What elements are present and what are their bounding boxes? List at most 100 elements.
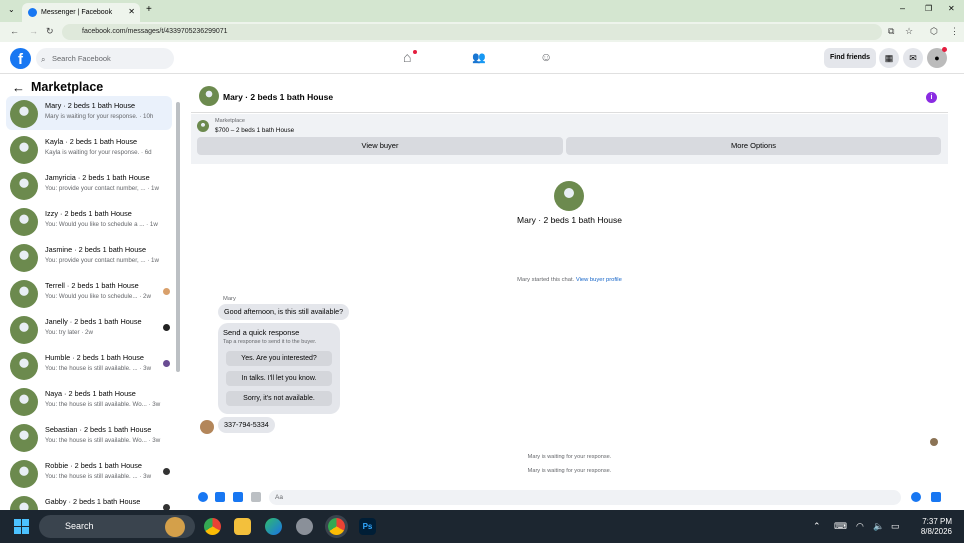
search-facebook-input[interactable]: Search Facebook	[36, 48, 174, 69]
conversation-preview: You: provide your contact number, ... · …	[45, 185, 159, 192]
groups-icon[interactable]: ☺	[540, 50, 552, 64]
profile-notification-dot	[942, 47, 947, 52]
conversation-item[interactable]: Terrell · 2 beds 1 bath House You: Would …	[6, 276, 172, 310]
url-field[interactable]: facebook.com/messages/t/4339705236299071	[62, 24, 882, 40]
chat-scroll-gutter	[948, 80, 964, 510]
windows-start-icon[interactable]	[14, 519, 30, 535]
minimize-icon[interactable]: –	[900, 3, 905, 13]
conversation-name: Mary · 2 beds 1 bath House	[517, 215, 622, 225]
browser-tab[interactable]: Messenger | Facebook ✕	[22, 3, 140, 22]
chat-panel: Mary · 2 beds 1 bath House i Marketplace…	[191, 80, 948, 510]
clock-time: 7:37 PM	[922, 517, 952, 526]
marketplace-listing-bar: Marketplace $700 – 2 beds 1 bath House V…	[191, 114, 948, 164]
volume-icon[interactable]: 🔈	[873, 521, 884, 532]
extensions-icon[interactable]: ⬡	[930, 26, 938, 37]
friends-icon[interactable]: 👥	[472, 51, 486, 64]
install-icon[interactable]: ⧉	[888, 26, 894, 37]
conversation-avatar	[10, 172, 38, 200]
photo-icon[interactable]	[215, 492, 225, 502]
view-buyer-button[interactable]: View buyer	[197, 137, 563, 155]
search-icon: ⌕	[41, 55, 46, 64]
conversation-item[interactable]: Naya · 2 beds 1 bath House You: the house…	[6, 384, 172, 418]
conversation-name: Humble · 2 beds 1 bath House	[45, 353, 144, 362]
windows-taskbar: Search Ps ⌃ ⌨ ◠ 🔈 ▭ 7:37 PM 8/8/2026	[0, 510, 964, 543]
read-receipt-avatar	[163, 468, 170, 475]
menu-dots-icon[interactable]: ⋮	[950, 26, 959, 37]
conversation-item[interactable]: Humble · 2 beds 1 bath House You: the hou…	[6, 348, 172, 382]
conversation-item[interactable]: Mary · 2 beds 1 bath House Mary is waitin…	[6, 96, 172, 130]
tab-list-chevron-icon[interactable]: ⌄	[8, 5, 15, 14]
search-highlight-icon	[165, 517, 185, 537]
like-thumb-icon[interactable]	[931, 492, 941, 502]
photoshop-app-icon[interactable]: Ps	[359, 518, 376, 535]
quick-reply-in-talks[interactable]: In talks. I'll let you know.	[226, 371, 332, 386]
back-icon[interactable]: ←	[10, 26, 19, 36]
conversation-name: Mary · 2 beds 1 bath House	[45, 101, 136, 110]
view-buyer-profile-link[interactable]: View buyer profile	[576, 277, 622, 283]
close-tab-icon[interactable]: ✕	[128, 7, 135, 16]
conversation-avatar	[10, 136, 38, 164]
conversation-preview: Kayla is waiting for your response. · 6d	[45, 149, 152, 156]
conversation-avatar	[10, 280, 38, 308]
forward-icon[interactable]: →	[29, 26, 38, 36]
listing-title[interactable]: $700 – 2 beds 1 bath House	[215, 127, 294, 134]
gif-icon[interactable]	[251, 492, 261, 502]
conversation-item[interactable]: Gabby · 2 beds 1 bath House	[6, 492, 172, 510]
marketplace-sidebar: ← Marketplace Mary · 2 beds 1 bath House…	[0, 74, 184, 510]
chat-avatar[interactable]	[199, 86, 219, 106]
conversation-avatar	[10, 208, 38, 236]
quick-reply-yes[interactable]: Yes. Are you interested?	[226, 351, 332, 366]
voice-clip-icon[interactable]	[198, 492, 208, 502]
conversation-avatar[interactable]	[554, 181, 584, 211]
conversation-item[interactable]: Izzy · 2 beds 1 bath House You: Would you…	[6, 204, 172, 238]
chat-title[interactable]: Mary · 2 beds 1 bath House	[223, 92, 333, 102]
maximize-icon[interactable]: ❐	[925, 4, 932, 13]
facebook-logo-icon[interactable]: f	[10, 48, 31, 69]
address-bar: ← → ↻ facebook.com/messages/t/4339705236…	[0, 22, 964, 57]
tray-chevron-icon[interactable]: ⌃	[813, 521, 821, 532]
message-composer: Aa	[191, 486, 948, 510]
bookmark-star-icon[interactable]: ☆	[905, 26, 913, 37]
settings-app-icon[interactable]	[296, 518, 313, 535]
quick-response-card: Send a quick response Tap a response to …	[218, 323, 340, 414]
menu-grid-icon[interactable]: ▦	[879, 48, 899, 68]
conversation-item[interactable]: Kayla · 2 beds 1 bath House Kayla is wait…	[6, 132, 172, 166]
emoji-icon[interactable]	[911, 492, 921, 502]
conversation-item[interactable]: Janelly · 2 beds 1 bath House You: try la…	[6, 312, 172, 346]
keyboard-icon[interactable]: ⌨	[834, 521, 847, 532]
conversation-preview: Mary is waiting for your response. · 10h	[45, 113, 154, 120]
more-options-button[interactable]: More Options	[566, 137, 941, 155]
phone-message[interactable]: 337-794-5334	[218, 417, 275, 433]
home-icon[interactable]: ⌂	[403, 49, 411, 65]
conversation-item[interactable]: Robbie · 2 beds 1 bath House You: the hou…	[6, 456, 172, 490]
facebook-header: f Search Facebook ⌕ ⌂ 👥 ☺ Find friends ▦…	[0, 42, 964, 74]
taskbar-clock[interactable]: 7:37 PM 8/8/2026	[908, 517, 952, 537]
wifi-icon[interactable]: ◠	[856, 521, 864, 532]
conversation-name: Izzy · 2 beds 1 bath House	[45, 209, 132, 218]
file-explorer-icon[interactable]	[234, 518, 251, 535]
quick-reply-not-available[interactable]: Sorry, it's not available.	[226, 391, 332, 406]
conversation-name: Kayla · 2 beds 1 bath House	[45, 137, 138, 146]
sticker-icon[interactable]	[233, 492, 243, 502]
conversation-name: Sebastian · 2 beds 1 bath House	[45, 425, 152, 434]
sender-name: Mary	[223, 296, 236, 302]
incoming-message[interactable]: Good afternoon, is this still available?	[218, 304, 350, 320]
battery-icon[interactable]: ▭	[891, 521, 900, 532]
reload-icon[interactable]: ↻	[46, 26, 54, 37]
close-window-icon[interactable]: ✕	[948, 4, 955, 13]
conversation-name: Naya · 2 beds 1 bath House	[45, 389, 136, 398]
conversation-item[interactable]: Sebastian · 2 beds 1 bath House You: the …	[6, 420, 172, 454]
messenger-icon[interactable]: ✉	[903, 48, 923, 68]
chrome-active-app-icon[interactable]	[328, 518, 345, 535]
chrome-app-icon[interactable]	[204, 518, 221, 535]
find-friends-button[interactable]: Find friends	[824, 48, 876, 68]
edge-app-icon[interactable]	[265, 518, 282, 535]
message-input[interactable]: Aa	[269, 490, 901, 505]
conversation-item[interactable]: Jasmine · 2 beds 1 bath House You: provid…	[6, 240, 172, 274]
sidebar-scrollbar[interactable]	[176, 102, 180, 372]
new-tab-icon[interactable]: +	[146, 4, 152, 15]
back-arrow-icon[interactable]: ←	[12, 80, 25, 95]
conversation-item[interactable]: Jamyricia · 2 beds 1 bath House You: prov…	[6, 168, 172, 202]
sender-avatar	[200, 420, 214, 434]
info-icon[interactable]: i	[926, 92, 937, 103]
